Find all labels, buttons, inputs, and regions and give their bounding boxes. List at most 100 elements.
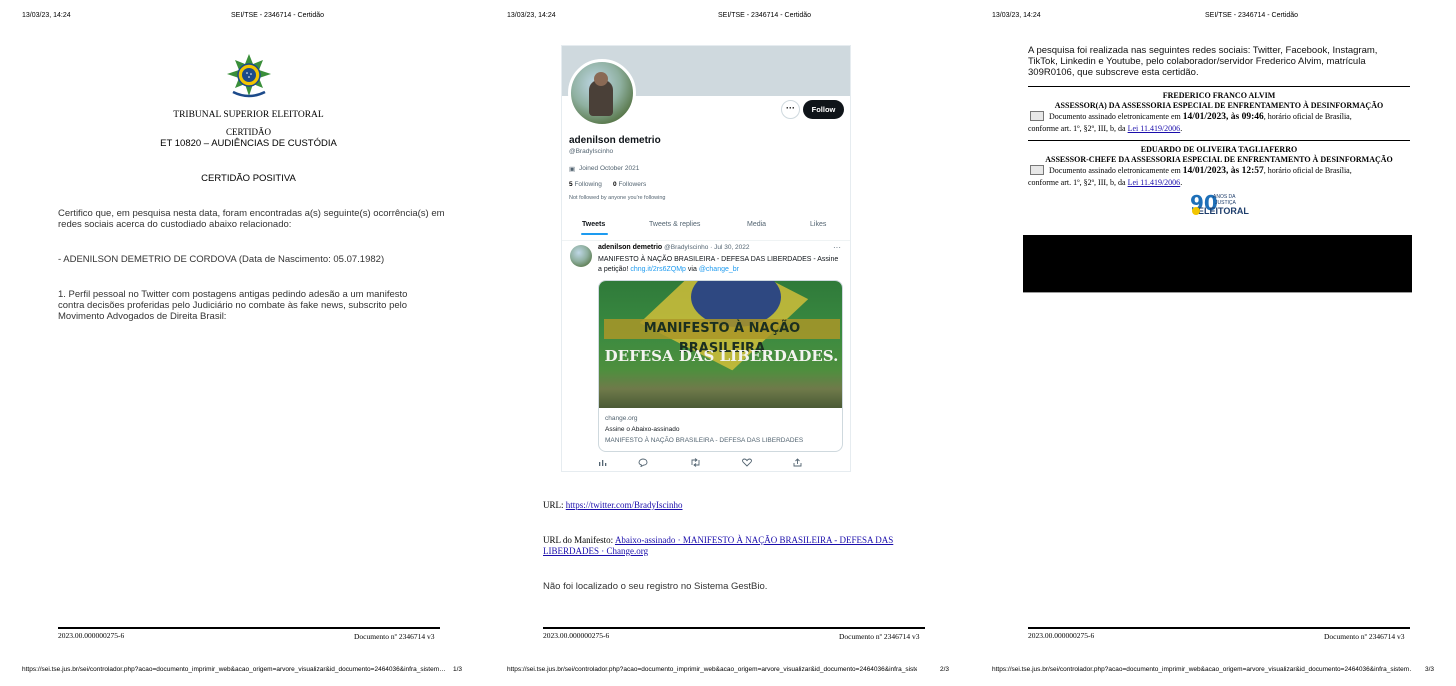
90-anos-justica-eleitoral-logo: 90 ANOS DA JUSTIÇA ELEITORAL xyxy=(1190,191,1250,219)
sig-legal: conforme art. 1º, §2º, III, b, da xyxy=(1028,124,1126,133)
court-name: TRIBUNAL SUPERIOR ELEITORAL xyxy=(173,110,324,120)
header-timestamp: 13/03/23, 14:24 xyxy=(507,12,556,19)
reply-icon[interactable] xyxy=(638,458,648,469)
page-number: 3/3 xyxy=(1425,666,1435,673)
tweet-via: via xyxy=(687,266,697,273)
logo-dot xyxy=(1192,207,1200,215)
tweet-meta: @BradyIscinho · Jul 30, 2022 xyxy=(664,244,750,251)
card-domain: change.org xyxy=(605,415,638,422)
logo-line3: ELEITORAL xyxy=(1198,206,1249,216)
sig-legal: conforme art. 1º, §2º, III, b, da xyxy=(1028,178,1126,187)
not-followed-note: Not followed by anyone you're following xyxy=(569,195,666,201)
page-number: 2/3 xyxy=(940,666,950,673)
footer-url[interactable]: https://sei.tse.jus.br/sei/controlador.p… xyxy=(992,666,1412,673)
manifesto-url-link[interactable]: Abaixo-assinado · MANIFESTO À NAÇÃO BRAS… xyxy=(615,535,893,545)
manifesto-url-link-2[interactable]: LIBERDADES · Change.org xyxy=(543,546,648,556)
retweet-icon[interactable] xyxy=(690,458,701,469)
footer-rule xyxy=(1028,627,1410,629)
tweet-text: MANIFESTO À NAÇÃO BRASILEIRA - DEFESA DA… xyxy=(598,255,844,275)
process-number: 2023.00.000000275-6 xyxy=(1028,631,1095,640)
document-number: Documento nº 2346714 v3 xyxy=(354,632,435,641)
twitter-profile-screenshot: ··· Follow adenilson demetrio @BradyIsci… xyxy=(561,45,851,472)
followers-stat[interactable]: 0 Followers xyxy=(613,181,646,188)
header-timestamp: 13/03/23, 14:24 xyxy=(22,12,71,19)
signature-stamp-icon xyxy=(1030,165,1044,175)
following-label: Following xyxy=(574,181,602,188)
followers-label: Followers xyxy=(618,181,647,188)
tweet-author[interactable]: adenilson demetrio xyxy=(598,244,662,251)
header-timestamp: 13/03/23, 14:24 xyxy=(992,12,1041,19)
signer-1-role: ASSESSOR(A) DA ASSESSORIA ESPECIAL DE EN… xyxy=(1054,101,1384,110)
page-1: 13/03/23, 14:24 SEI/TSE - 2346714 - Cert… xyxy=(0,0,485,686)
active-tab-indicator xyxy=(581,233,608,235)
link-preview-card[interactable]: MANIFESTO À NAÇÃO BRASILEIRA DEFESA DAS … xyxy=(598,280,843,452)
followers-count: 0 xyxy=(613,181,617,188)
document-number: Documento nº 2346714 v3 xyxy=(839,632,920,641)
brazil-coat-of-arms-icon xyxy=(227,54,271,98)
like-icon[interactable] xyxy=(742,458,752,469)
profile-avatar[interactable] xyxy=(568,59,636,127)
tab-tweets[interactable]: Tweets xyxy=(582,221,605,228)
doc-type: CERTIDÃO xyxy=(226,127,271,137)
sig-date: 14/01/2023, às 12:57 xyxy=(1182,166,1264,176)
sig-mid: , horário oficial de Brasília, xyxy=(1263,112,1352,121)
profile-name: adenilson demetrio xyxy=(569,135,661,146)
process-number: 2023.00.000000275-6 xyxy=(543,631,610,640)
follow-button[interactable]: Follow xyxy=(803,100,844,119)
doc-heading: CERTIDÃO POSITIVA xyxy=(201,173,296,184)
share-icon[interactable] xyxy=(793,458,802,469)
profile-tabs: Tweets Tweets & replies Media Likes xyxy=(562,221,850,241)
signer-2-sig-line: Documento assinado eletronicamente em 14… xyxy=(1049,166,1352,176)
tab-tweets-replies[interactable]: Tweets & replies xyxy=(649,221,700,228)
tweet-more-icon[interactable]: ··· xyxy=(833,243,841,252)
process-number: 2023.00.000000275-6 xyxy=(58,631,125,640)
page-number: 1/3 xyxy=(453,666,463,673)
signer-2-name: EDUARDO DE OLIVEIRA TAGLIAFERRO xyxy=(1140,145,1298,154)
certification-paragraph: Certifico que, em pesquisa nesta data, f… xyxy=(58,208,445,230)
sig-prefix: Documento assinado eletronicamente em xyxy=(1049,166,1181,175)
law-link[interactable]: Lei 11.419/2006 xyxy=(1128,178,1181,187)
doc-subject: ET 10820 – AUDIÊNCIAS DE CUSTÓDIA xyxy=(160,138,337,149)
analytics-icon[interactable] xyxy=(598,458,607,469)
profile-url-link[interactable]: https://twitter.com/BradyIscinho xyxy=(566,500,683,510)
signature-rule xyxy=(1028,140,1410,141)
card-description: MANIFESTO À NAÇÃO BRASILEIRA - DEFESA DA… xyxy=(605,437,804,444)
tab-likes[interactable]: Likes xyxy=(810,221,826,228)
signer-1-legal-line: conforme art. 1º, §2º, III, b, da Lei 11… xyxy=(1028,124,1183,133)
signature-stamp-icon xyxy=(1030,111,1044,121)
footer-url[interactable]: https://sei.tse.jus.br/sei/controlador.p… xyxy=(22,666,446,673)
tweet-avatar[interactable] xyxy=(570,245,592,267)
gestbio-note: Não foi localizado o seu registro no Sis… xyxy=(543,581,768,592)
profile-handle: @BradyIscinho xyxy=(569,148,614,155)
url-label: URL: xyxy=(543,500,564,510)
manifesto-url-line-2: LIBERDADES · Change.org xyxy=(543,546,648,556)
signer-2-role: ASSESSOR-CHEFE DA ASSESSORIA ESPECIAL DE… xyxy=(1045,155,1393,164)
signer-1-name: FREDERICO FRANCO ALVIM xyxy=(1162,91,1276,100)
redaction-rule xyxy=(1023,292,1412,293)
tab-media[interactable]: Media xyxy=(747,221,766,228)
redaction-block xyxy=(1023,235,1412,292)
footer-rule xyxy=(543,627,925,629)
tweet-link[interactable]: chng.it/2rs6ZQMp xyxy=(630,266,686,273)
person-line: - ADENILSON DEMETRIO DE CORDOVA (Data de… xyxy=(58,254,385,265)
manifesto-url-line: URL do Manifesto: Abaixo-assinado · MANI… xyxy=(543,535,893,545)
following-count: 5 xyxy=(569,181,573,188)
following-stat[interactable]: 5 Following xyxy=(569,181,602,188)
image-title-line2: DEFESA DAS LIBERDADES. xyxy=(604,347,839,365)
sig-prefix: Documento assinado eletronicamente em xyxy=(1049,112,1181,121)
more-options-button[interactable]: ··· xyxy=(781,100,800,119)
card-title: Assine o Abaixo-assinado xyxy=(605,426,680,433)
item-1-paragraph: 1. Perfil pessoal no Twitter com postage… xyxy=(58,289,408,322)
profile-joined: Joined October 2021 xyxy=(579,165,640,172)
tweet-header: adenilson demetrio @BradyIscinho · Jul 3… xyxy=(598,244,750,251)
footer-url[interactable]: https://sei.tse.jus.br/sei/controlador.p… xyxy=(507,666,917,673)
signer-1-sig-line: Documento assinado eletronicamente em 14… xyxy=(1049,112,1352,122)
header-title: SEI/TSE - 2346714 - Certidão xyxy=(718,12,811,19)
calendar-icon: ▣ xyxy=(569,166,576,173)
document-number: Documento nº 2346714 v3 xyxy=(1324,632,1405,641)
law-link[interactable]: Lei 11.419/2006 xyxy=(1128,124,1181,133)
sig-date: 14/01/2023, às 09:46 xyxy=(1182,112,1264,122)
tweet-mention[interactable]: @change_br xyxy=(699,266,739,273)
manifesto-image: MANIFESTO À NAÇÃO BRASILEIRA DEFESA DAS … xyxy=(599,281,842,408)
manifesto-url-label: URL do Manifesto: xyxy=(543,535,614,545)
